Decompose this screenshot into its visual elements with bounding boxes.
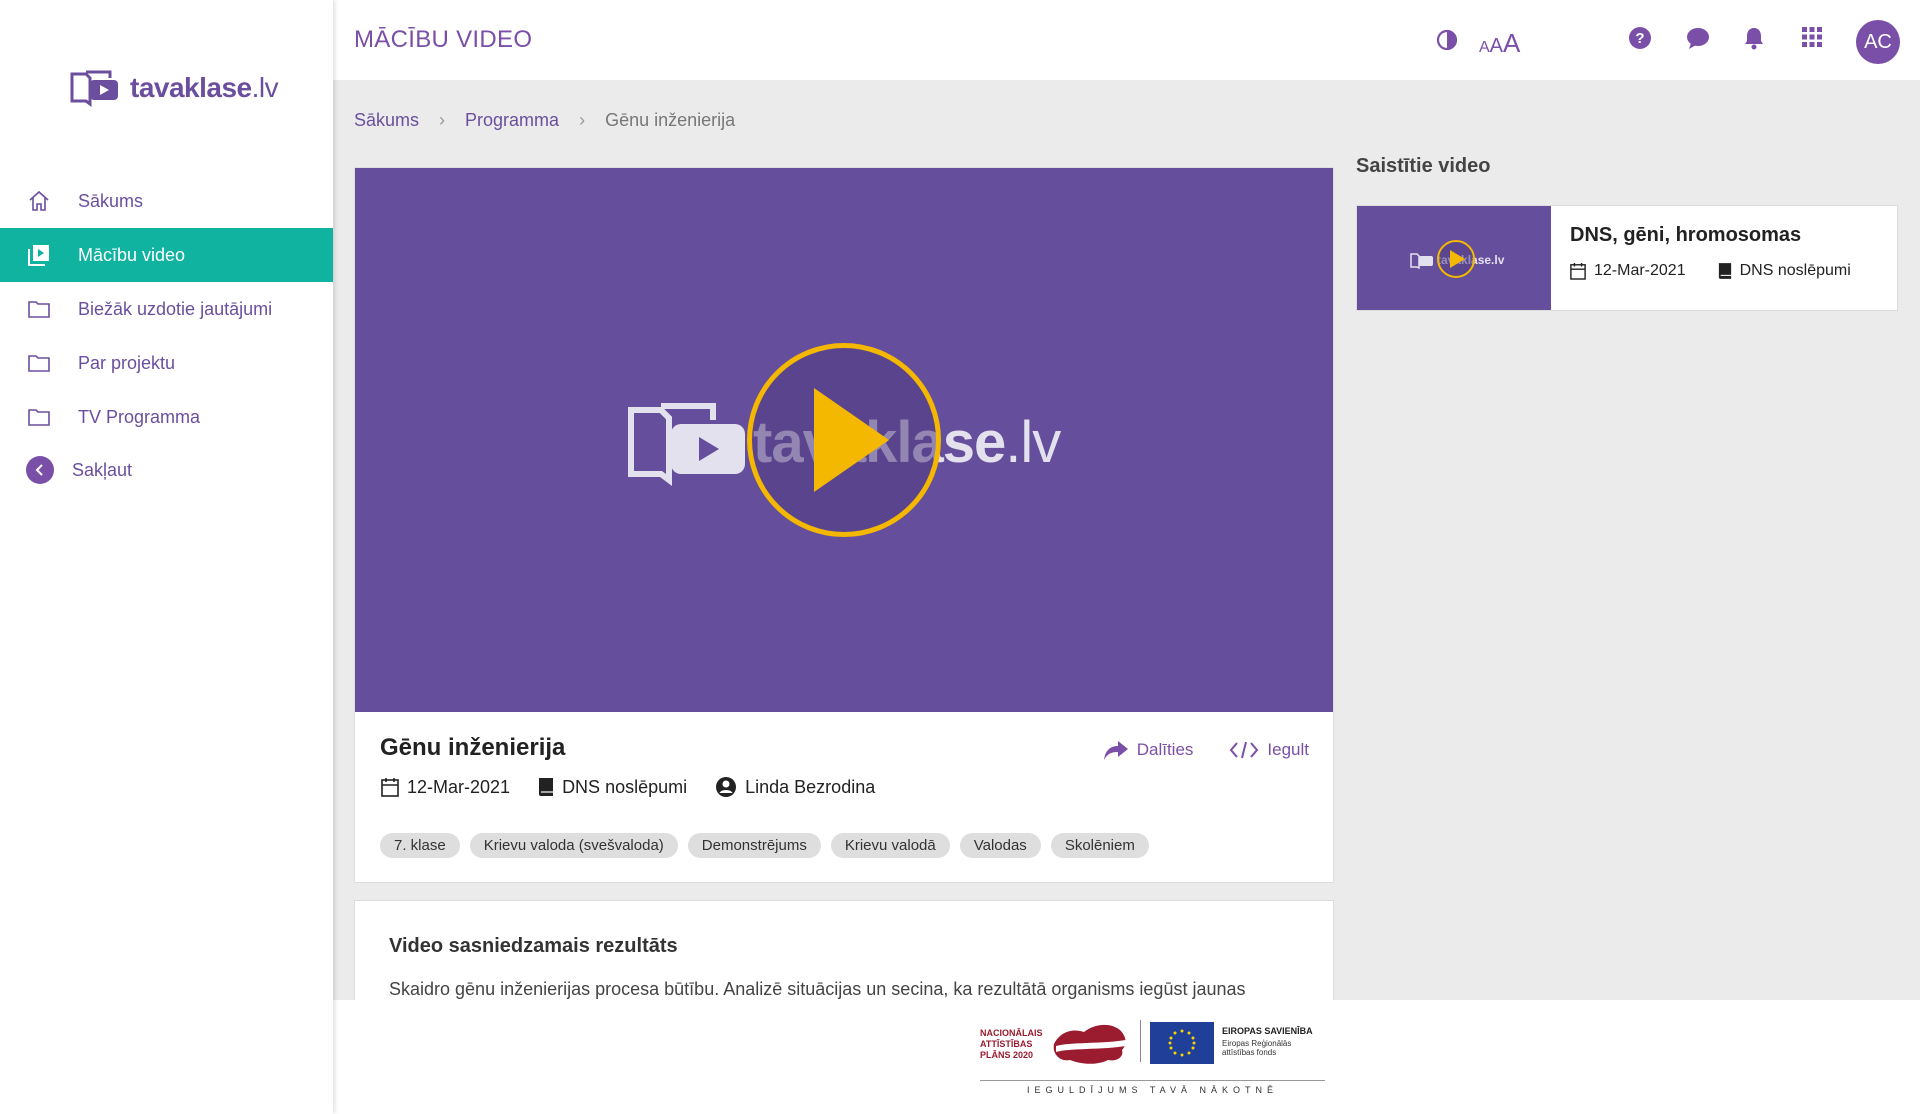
related-video-thumbnail: tavaklase.lv <box>1357 206 1551 310</box>
app-logo[interactable]: tavaklase.lv <box>68 66 279 110</box>
bell-icon[interactable] <box>1743 26 1765 50</box>
calendar-icon <box>381 777 399 797</box>
help-icon[interactable]: ? <box>1628 26 1652 50</box>
code-icon <box>1230 741 1259 759</box>
chat-icon[interactable] <box>1685 26 1711 50</box>
embed-label: Iegult <box>1267 740 1309 759</box>
footer-divider <box>980 1080 1325 1081</box>
result-text: Skaidro gēnu inženierijas procesa būtību… <box>389 979 1246 999</box>
sidebar-item-par-projektu[interactable]: Par projektu <box>0 336 333 390</box>
footer: NACIONĀLAIS ATTĪSTĪBAS PLĀNS 2020 EIROPA… <box>333 1000 1920 1114</box>
logo-divider <box>1140 1020 1141 1062</box>
result-heading: Video sasniedzamais rezultāts <box>389 935 678 957</box>
collapse-label: Sakļaut <box>72 459 133 480</box>
related-video-series: DNS noslēpumi <box>1718 262 1851 280</box>
logo-icon <box>70 70 118 107</box>
share-label: Dalīties <box>1136 740 1194 759</box>
breadcrumb-item-sakums[interactable]: Sākums <box>354 110 419 131</box>
sidebar-item-sakums[interactable]: Sākums <box>0 174 333 228</box>
folder-icon <box>26 350 52 376</box>
folder-icon <box>26 296 52 322</box>
video-title: Gēnu inženierija <box>380 734 566 761</box>
sidebar-item-label: Biežāk uzdotie jautājumi <box>78 298 273 319</box>
svg-text:?: ? <box>1635 30 1644 47</box>
book-icon <box>1718 262 1732 280</box>
video-tags: 7. klase Krievu valoda (svešvaloda) Demo… <box>380 833 1149 858</box>
eu-flag-icon <box>1150 1022 1214 1064</box>
contrast-icon[interactable] <box>1435 28 1459 52</box>
play-icon <box>814 388 889 492</box>
nap-logo-text: NACIONĀLAIS ATTĪSTĪBAS PLĀNS 2020 <box>980 1028 1043 1060</box>
video-player[interactable]: tavaklase.lv <box>355 168 1333 712</box>
chevron-left-icon <box>26 456 54 484</box>
folder-icon <box>26 404 52 430</box>
logo-icon <box>1410 253 1433 270</box>
related-video-card[interactable]: tavaklase.lv DNS, gēni, hromosomas 12-Ma… <box>1356 205 1898 311</box>
page-title: MĀCĪBU VIDEO <box>354 26 533 53</box>
sidebar-item-label: Par projektu <box>78 352 176 373</box>
tag-chip[interactable]: Demonstrējums <box>687 833 821 858</box>
video-library-icon <box>26 242 52 268</box>
tag-chip[interactable]: Krievu valodā <box>830 833 950 858</box>
breadcrumb-current: Gēnu inženierija <box>605 110 736 130</box>
invest-slogan: IEGULDĪJUMS TAVĀ NĀKOTNĒ <box>1026 1085 1279 1095</box>
play-icon <box>1437 240 1475 278</box>
font-size-toggle[interactable]: AAA <box>1479 28 1520 59</box>
sidebar-nav: Sākums Mācību video Biežāk uzdotie jautā… <box>0 174 333 444</box>
related-video-meta: 12-Mar-2021 DNS noslēpumi <box>1570 262 1883 280</box>
video-meta: 12-Mar-2021 DNS noslēpumi Linda Bezrodin… <box>381 776 903 798</box>
share-icon <box>1103 741 1128 760</box>
sidebar-item-label: Mācību video <box>78 244 186 265</box>
embed-button[interactable]: Iegult <box>1229 739 1309 761</box>
collapse-sidebar-button[interactable]: Sakļaut <box>26 456 132 484</box>
sidebar-item-tv-programma[interactable]: TV Programma <box>0 390 333 444</box>
video-date: 12-Mar-2021 <box>381 777 510 798</box>
video-actions: Dalīties Iegult <box>1103 739 1309 761</box>
eu-subtitle: Eiropas Reģionālās attīstības fonds <box>1222 1039 1292 1057</box>
tag-chip[interactable]: Valodas <box>959 833 1041 858</box>
related-video-title: DNS, gēni, hromosomas <box>1570 224 1802 246</box>
book-icon <box>538 777 554 797</box>
related-video-date: 12-Mar-2021 <box>1570 262 1686 280</box>
video-card: tavaklase.lv Gēnu inženierija Dalīties I… <box>354 167 1334 883</box>
tag-chip[interactable]: Krievu valoda (svešvaloda) <box>469 833 678 858</box>
logo-icon <box>628 403 745 486</box>
eu-funding-logos: NACIONĀLAIS ATTĪSTĪBAS PLĀNS 2020 EIROPA… <box>980 1018 1325 1098</box>
sidebar-item-label: TV Programma <box>78 406 201 427</box>
sidebar-item-label: Sākums <box>78 190 144 211</box>
top-header: MĀCĪBU VIDEO AAA ? AC <box>333 0 1920 80</box>
sidebar-item-macibu-video[interactable]: Mācību video <box>0 228 333 282</box>
sidebar-item-faq[interactable]: Biežāk uzdotie jautājumi <box>0 282 333 336</box>
latvia-map-icon <box>1053 1024 1126 1064</box>
video-author: Linda Bezrodina <box>715 776 875 798</box>
sidebar: tavaklase.lv Sākums Mācību video Biežāk … <box>0 0 333 1114</box>
eu-title: EIROPAS SAVIENĪBA <box>1222 1026 1313 1036</box>
play-button[interactable] <box>747 343 941 537</box>
chevron-right-icon: › <box>579 110 586 130</box>
user-circle-icon <box>715 776 737 798</box>
apps-grid-icon[interactable] <box>1801 26 1823 48</box>
home-icon <box>26 188 52 214</box>
chevron-right-icon: › <box>439 110 446 130</box>
logo-text: tavaklase.lv <box>130 72 279 103</box>
breadcrumb: Sākums › Programma › Gēnu inženierija <box>354 110 735 131</box>
tag-chip[interactable]: 7. klase <box>380 833 460 858</box>
related-heading: Saistītie video <box>1356 155 1491 177</box>
breadcrumb-item-programma[interactable]: Programma <box>465 110 559 131</box>
user-avatar[interactable]: AC <box>1856 20 1900 64</box>
share-button[interactable]: Dalīties <box>1103 739 1194 761</box>
calendar-icon <box>1570 262 1586 280</box>
video-series: DNS noslēpumi <box>538 777 687 798</box>
tag-chip[interactable]: Skolēniem <box>1050 833 1149 858</box>
